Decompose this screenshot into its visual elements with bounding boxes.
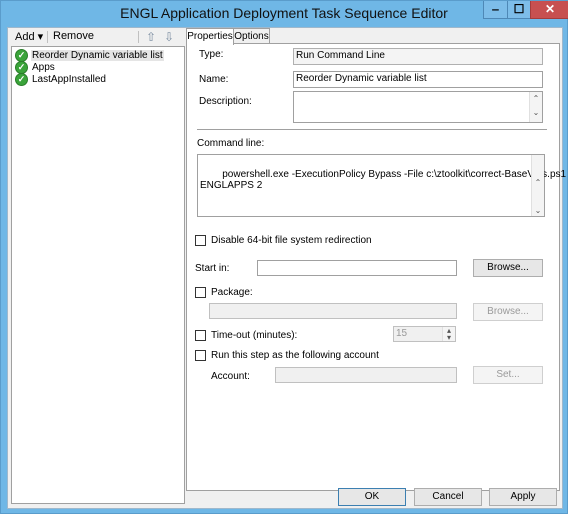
- start-in-label: Start in:: [195, 263, 230, 274]
- type-field: Run Command Line: [293, 48, 543, 65]
- apply-button[interactable]: Apply: [489, 488, 557, 506]
- timeout-stepper: 15 ▴ ▾: [393, 326, 456, 342]
- scroll-up-icon[interactable]: ⌃: [530, 92, 542, 106]
- run-as-checkbox[interactable]: [195, 350, 206, 361]
- account-label: Account:: [211, 371, 250, 382]
- section-divider: [197, 129, 547, 130]
- scroll-up-icon[interactable]: ⌃: [532, 177, 544, 188]
- disable-64bit-label: Disable 64-bit file system redirection: [211, 235, 372, 246]
- command-line-scrollbar[interactable]: ⌃ ⌄: [531, 155, 544, 216]
- properties-panel: Type: Run Command Line Name: Reorder Dyn…: [186, 43, 566, 491]
- tree-item-label: Reorder Dynamic variable list: [31, 50, 164, 61]
- timeout-label: Time-out (minutes):: [211, 330, 298, 341]
- cancel-button[interactable]: Cancel: [414, 488, 482, 506]
- timeout-checkbox[interactable]: [195, 330, 206, 341]
- command-line-value: powershell.exe -ExecutionPolicy Bypass -…: [200, 169, 567, 191]
- task-sequence-tree[interactable]: ✓ Reorder Dynamic variable list ✓ Apps ✓…: [11, 46, 185, 504]
- toolbar-separator: [47, 31, 48, 43]
- move-up-icon[interactable]: ⇧: [144, 30, 158, 44]
- move-down-icon[interactable]: ⇩: [162, 30, 176, 44]
- editor-window: ENGL Application Deployment Task Sequenc…: [0, 0, 568, 514]
- timeout-spin-buttons: ▴ ▾: [442, 327, 455, 342]
- remove-button[interactable]: Remove: [53, 30, 94, 42]
- spin-down-icon: ▾: [446, 333, 451, 342]
- start-in-field[interactable]: [257, 260, 457, 276]
- scroll-down-icon[interactable]: ⌄: [530, 106, 542, 120]
- add-menu-button[interactable]: Add ▾: [15, 30, 43, 43]
- run-as-label: Run this step as the following account: [211, 350, 379, 361]
- minimize-button[interactable]: ‒: [483, 1, 508, 19]
- ok-button[interactable]: OK: [338, 488, 406, 506]
- name-label: Name:: [199, 74, 229, 85]
- command-line-field[interactable]: powershell.exe -ExecutionPolicy Bypass -…: [197, 154, 566, 217]
- start-in-browse-button[interactable]: Browse...: [473, 259, 543, 277]
- package-checkbox[interactable]: [195, 287, 206, 298]
- name-field[interactable]: Reorder Dynamic variable list: [293, 71, 543, 88]
- scroll-down-icon[interactable]: ⌄: [532, 205, 544, 216]
- step-toolbar: Add ▾ Remove ⇧ ⇩: [8, 28, 182, 46]
- tree-item-label: LastAppInstalled: [32, 74, 106, 85]
- timeout-value: 15: [396, 328, 408, 339]
- command-line-label: Command line:: [197, 138, 265, 149]
- package-field: [209, 303, 457, 319]
- tree-item[interactable]: ✓ LastAppInstalled: [15, 73, 107, 86]
- disable-64bit-checkbox[interactable]: [195, 235, 206, 246]
- type-label: Type:: [199, 49, 224, 60]
- description-scrollbar[interactable]: ⌃ ⌄: [529, 92, 542, 122]
- tree-item-label: Apps: [32, 62, 55, 73]
- editor-client-area: Add ▾ Remove ⇧ ⇩ ✓ Reorder Dynamic varia…: [7, 27, 566, 509]
- toolbar-separator: [138, 31, 139, 43]
- tab-properties[interactable]: Properties: [186, 28, 234, 45]
- set-account-button: Set...: [473, 366, 543, 384]
- account-field: [275, 367, 457, 383]
- check-icon: ✓: [15, 73, 28, 86]
- title-bar: ENGL Application Deployment Task Sequenc…: [1, 1, 568, 25]
- close-button[interactable]: ✕: [530, 1, 568, 19]
- description-label: Description:: [199, 96, 252, 107]
- description-field[interactable]: ⌃ ⌄: [293, 91, 543, 123]
- maximize-button[interactable]: ☐: [507, 1, 531, 19]
- package-browse-button: Browse...: [473, 303, 543, 321]
- package-label: Package:: [211, 287, 253, 298]
- tab-options[interactable]: Options: [233, 28, 270, 44]
